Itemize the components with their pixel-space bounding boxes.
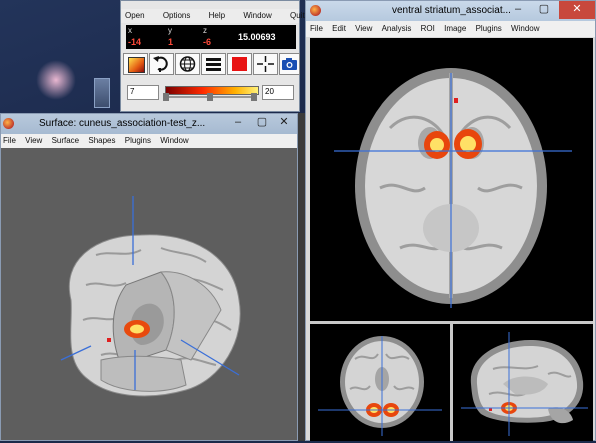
layers-icon[interactable] — [201, 53, 226, 75]
surface-3d-viewport[interactable] — [1, 150, 297, 440]
app-icon — [310, 5, 321, 16]
small-activation-dot — [454, 98, 458, 103]
surface-menu-shapes[interactable]: Shapes — [88, 134, 115, 148]
z-label: z — [203, 26, 207, 35]
slice-menu-file[interactable]: File — [310, 21, 323, 37]
activation-dot — [107, 338, 111, 342]
threshold-max-field[interactable]: 20 — [262, 85, 294, 100]
coronal-slice-view[interactable] — [310, 324, 450, 441]
slice-window-title: ventral striatum_associat... — [392, 5, 511, 16]
z-value: -6 — [203, 37, 212, 47]
slice-menu-roi[interactable]: ROI — [421, 21, 435, 37]
slice-menubar: File Edit View Analysis ROI Image Plugin… — [306, 21, 595, 37]
y-label: y — [168, 26, 172, 35]
slice-menu-image[interactable]: Image — [444, 21, 466, 37]
crosshair-icon[interactable] — [253, 53, 278, 75]
surface-window-title: Surface: cuneus_association-test_z... — [39, 118, 206, 129]
slice-menu-edit[interactable]: Edit — [332, 21, 346, 37]
globe-icon[interactable] — [175, 53, 200, 75]
surface-menubar: File View Surface Shapes Plugins Window — [1, 134, 297, 148]
right-activation-core — [460, 136, 476, 152]
brain-3d-render — [68, 234, 241, 397]
close-icon[interactable]: ✕ — [559, 1, 595, 19]
sagittal-slice-view[interactable] — [453, 324, 593, 441]
surface-menu-window[interactable]: Window — [160, 134, 188, 148]
camera-icon[interactable] — [279, 53, 300, 75]
threshold-max-handle[interactable] — [251, 93, 257, 101]
threshold-mid-handle[interactable] — [207, 93, 213, 101]
y-value: 1 — [168, 37, 174, 47]
menu-window[interactable]: Window — [243, 9, 271, 23]
menu-options[interactable]: Options — [163, 9, 191, 23]
toolbar — [121, 53, 301, 77]
slice-viewer-window: ventral striatum_associat... – ▢ ✕ File … — [305, 0, 596, 441]
surface-menu-view[interactable]: View — [25, 134, 42, 148]
slice-menu-view[interactable]: View — [355, 21, 372, 37]
threshold-min-handle[interactable] — [163, 93, 169, 101]
minimize-icon[interactable]: – — [505, 1, 531, 19]
surface-titlebar: Surface: cuneus_association-test_z... – … — [1, 114, 297, 134]
app-icon — [3, 118, 14, 129]
surface-menu-surface[interactable]: Surface — [52, 134, 80, 148]
x-label: x — [128, 26, 132, 35]
left-activation-core — [430, 138, 444, 152]
desktop-shortcut-icon[interactable] — [94, 78, 110, 108]
slice-menu-window[interactable]: Window — [511, 21, 539, 37]
surface-menu-file[interactable]: File — [3, 134, 16, 148]
activation-blob-core — [130, 324, 144, 334]
minimize-icon[interactable]: – — [225, 114, 251, 132]
surface-window: Surface: cuneus_association-test_z... – … — [0, 113, 298, 441]
x-value: -14 — [128, 37, 142, 47]
menu-open[interactable]: Open — [125, 9, 145, 23]
maximize-icon[interactable]: ▢ — [531, 1, 557, 19]
desktop-pink-streak — [36, 60, 76, 100]
threshold-max-value: 20 — [265, 87, 274, 96]
threshold-min-field[interactable]: 7 — [127, 85, 159, 100]
control-panel-window: Open Options Help Window Quit x y z -14 … — [120, 0, 305, 112]
coordinate-readout: x y z -14 1 -6 15.00693 — [126, 25, 296, 49]
intensity-value: 15.00693 — [238, 32, 276, 42]
colorbar-icon[interactable] — [123, 53, 148, 75]
slice-menu-analysis[interactable]: Analysis — [382, 21, 412, 37]
red-square-icon[interactable] — [227, 53, 252, 75]
menu-quit[interactable]: Quit — [290, 9, 305, 23]
surface-menu-plugins[interactable]: Plugins — [125, 134, 151, 148]
slice-titlebar: ventral striatum_associat... – ▢ ✕ — [306, 1, 595, 21]
menu-help[interactable]: Help — [209, 9, 225, 23]
slice-menu-plugins[interactable]: Plugins — [476, 21, 502, 37]
close-icon[interactable]: ✕ — [271, 114, 297, 132]
control-panel-menubar: Open Options Help Window Quit — [121, 9, 305, 23]
axial-slice-view[interactable] — [310, 38, 593, 321]
undo-icon[interactable] — [149, 53, 174, 75]
threshold-min-value: 7 — [130, 87, 135, 96]
